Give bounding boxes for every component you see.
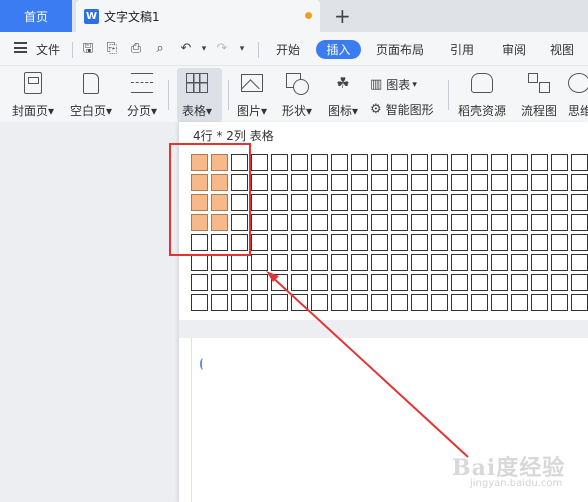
arrow-shaft [269, 274, 469, 458]
watermark-url: jingyan.baidu.com [470, 478, 563, 489]
annotation-arrow [266, 271, 469, 458]
